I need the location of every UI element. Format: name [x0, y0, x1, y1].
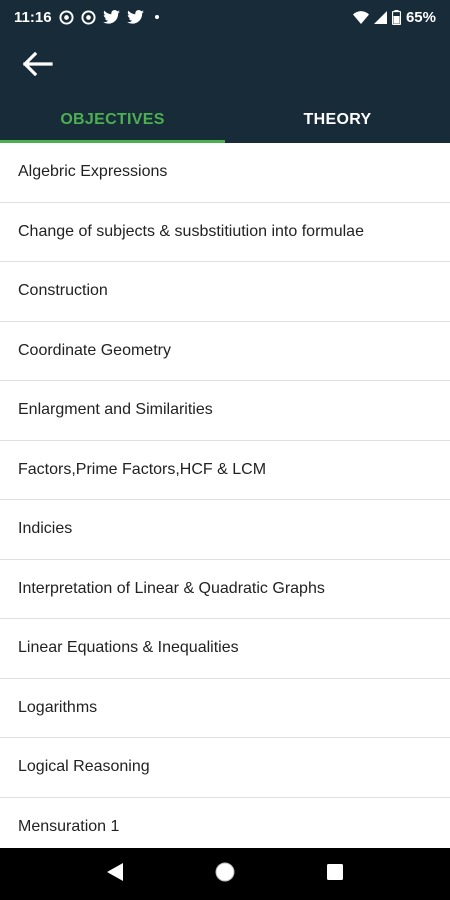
signal-icon [373, 10, 387, 24]
nav-home-button[interactable] [205, 854, 245, 894]
tab-label: THEORY [303, 110, 372, 128]
tab-label: OBJECTIVES [60, 110, 165, 128]
list-item[interactable]: Change of subjects & susbstitiution into… [0, 203, 450, 262]
wifi-icon [352, 10, 369, 24]
list-item[interactable]: Mensuration 1 [0, 798, 450, 849]
list-item[interactable]: Factors,Prime Factors,HCF & LCM [0, 441, 450, 500]
tab-bar: OBJECTIVES THEORY [0, 96, 450, 143]
notification-icon [59, 9, 74, 25]
list-item[interactable]: Indicies [0, 500, 450, 560]
battery-icon [391, 9, 401, 25]
more-dot-icon [154, 15, 159, 19]
battery-percent: 65% [405, 8, 436, 26]
twitter-icon [126, 10, 144, 24]
topic-list: Algebric Expressions Change of subjects … [0, 143, 450, 848]
twitter-icon [102, 10, 120, 24]
back-triangle-icon [106, 862, 124, 887]
system-nav-bar [0, 848, 450, 900]
nav-recents-button[interactable] [315, 854, 355, 894]
home-circle-icon [214, 861, 236, 888]
list-item[interactable]: Algebric Expressions [0, 143, 450, 203]
tab-theory[interactable]: THEORY [225, 96, 450, 143]
notification-icon [81, 9, 96, 25]
list-item[interactable]: Construction [0, 262, 450, 322]
list-item[interactable]: Interpretation of Linear & Quadratic Gra… [0, 560, 450, 619]
arrow-back-icon [22, 51, 53, 81]
recents-square-icon [326, 863, 344, 886]
nav-back-button[interactable] [95, 854, 135, 894]
list-item[interactable]: Logarithms [0, 679, 450, 738]
status-left: 11:16 [14, 9, 159, 26]
back-button[interactable] [16, 48, 60, 84]
status-bar: 11:16 65% [0, 0, 450, 34]
tab-objectives[interactable]: OBJECTIVES [0, 96, 225, 143]
list-item[interactable]: Linear Equations & Inequalities [0, 619, 450, 679]
list-item[interactable]: Logical Reasoning [0, 738, 450, 798]
status-right: 65% [352, 8, 436, 26]
list-item[interactable]: Enlargment and Similarities [0, 381, 450, 441]
status-time: 11:16 [14, 8, 52, 26]
app-bar [0, 34, 450, 96]
list-item[interactable]: Coordinate Geometry [0, 322, 450, 381]
